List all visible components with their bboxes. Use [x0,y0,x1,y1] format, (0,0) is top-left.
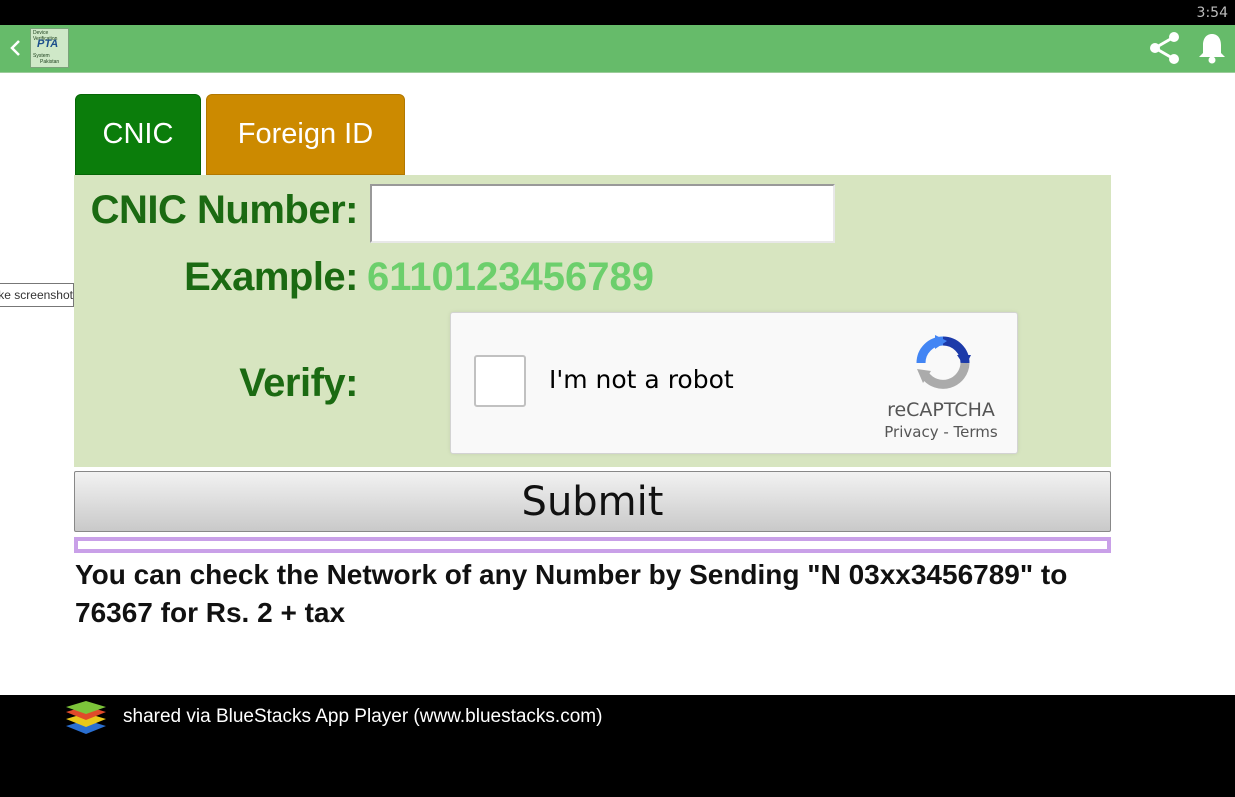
share-icon[interactable] [1148,31,1182,65]
bluestacks-footer: shared via BlueStacks App Player (www.bl… [0,695,1235,797]
logo-line: PTA [37,38,59,50]
tab-cnic[interactable]: CNIC [75,94,201,175]
app-bar: Device Verification PTA System Pakistan [0,25,1235,73]
link-separator: - [938,423,954,441]
cnic-number-label: CNIC Number: [90,188,359,232]
logo-line: Pakistan [40,59,60,65]
status-bar: 3:54 [0,0,1235,25]
privacy-link[interactable]: Privacy [884,423,938,441]
example-label: Example: [184,255,358,299]
bluestacks-logo-icon [66,701,106,734]
example-value: 6110123456789 [367,255,654,299]
result-box [74,537,1111,553]
cnic-number-input[interactable] [370,184,835,243]
tab-foreign-id[interactable]: Foreign ID [206,94,405,175]
terms-link[interactable]: Terms [954,423,998,441]
footer-text: shared via BlueStacks App Player (www.bl… [123,706,603,727]
network-info-text: You can check the Network of any Number … [75,559,1068,628]
screenshot-tooltip: Take screenshot [0,283,74,307]
cnic-form-panel: CNIC Number: Example: 6110123456789 Veri… [74,175,1111,467]
clock: 3:54 [1196,5,1228,21]
verify-label: Verify: [239,361,358,405]
recaptcha-links: Privacy - Terms [871,423,1011,441]
recaptcha-checkbox[interactable] [474,355,526,407]
bell-icon[interactable] [1196,31,1228,65]
chevron-left-icon[interactable] [7,36,23,60]
pta-logo: Device Verification PTA System Pakistan [30,28,69,68]
submit-button[interactable]: Submit [74,471,1111,532]
recaptcha-label: I'm not a robot [549,365,734,394]
recaptcha-logo-icon [916,335,971,389]
recaptcha-widget: I'm not a robot reCAPTCHA Privacy - Term… [450,312,1018,454]
recaptcha-brand: reCAPTCHA [887,399,995,421]
